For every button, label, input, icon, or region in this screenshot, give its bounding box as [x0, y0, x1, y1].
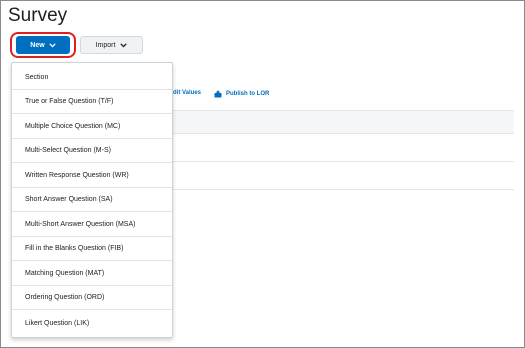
table-divider — [173, 189, 514, 190]
import-button-label: Import — [95, 41, 116, 49]
new-dropdown-menu: Section True or False Question (T/F) Mul… — [11, 62, 173, 338]
menu-item-multi-select[interactable]: Multi-Select Question (M-S) — [12, 139, 172, 163]
table-divider — [173, 161, 514, 162]
new-button-label: New — [30, 41, 45, 49]
import-button[interactable]: Import — [80, 36, 143, 54]
menu-item-section[interactable]: Section — [12, 66, 172, 90]
menu-item-true-false[interactable]: True or False Question (T/F) — [12, 90, 172, 114]
chevron-down-icon — [120, 42, 128, 48]
menu-item-multiple-choice[interactable]: Multiple Choice Question (MC) — [12, 115, 172, 139]
publish-to-lor-link[interactable]: Publish to LOR — [214, 90, 269, 98]
menu-item-ordering[interactable]: Ordering Question (ORD) — [12, 286, 172, 310]
chevron-down-icon — [49, 42, 56, 48]
publish-to-lor-label: Publish to LOR — [226, 91, 270, 97]
table-header-row — [173, 111, 514, 133]
menu-item-matching[interactable]: Matching Question (MAT) — [12, 262, 172, 286]
menu-item-written-response[interactable]: Written Response Question (WR) — [12, 164, 172, 188]
new-button[interactable]: New — [16, 36, 70, 54]
app-window: Survey New Import dit Values Publish to … — [0, 0, 525, 348]
table-divider — [173, 133, 514, 134]
menu-item-likert[interactable]: Likert Question (LIK) — [12, 311, 172, 335]
edit-values-link[interactable]: dit Values — [173, 90, 201, 96]
menu-item-multi-short-answer[interactable]: Multi-Short Answer Question (MSA) — [12, 213, 172, 237]
menu-item-short-answer[interactable]: Short Answer Question (SA) — [12, 188, 172, 212]
publish-icon — [214, 90, 222, 98]
menu-item-fill-in-the-blanks[interactable]: Fill in the Blanks Question (FIB) — [12, 237, 172, 261]
page-title: Survey — [8, 5, 68, 26]
